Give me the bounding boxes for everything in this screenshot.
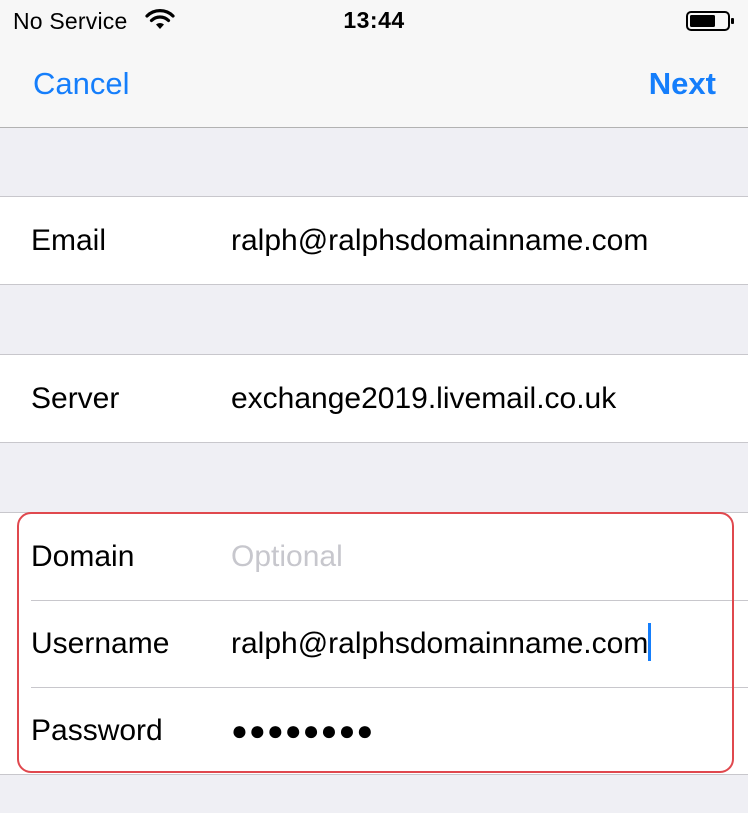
username-row[interactable]: Username ralph@ralphsdomainname.com (0, 600, 748, 687)
server-row[interactable]: Server exchange2019.livemail.co.uk (0, 355, 748, 442)
email-group: Email ralph@ralphsdomainname.com (0, 196, 748, 285)
username-value: ralph@ralphsdomainname.com (231, 627, 649, 660)
domain-field[interactable]: Optional (231, 513, 343, 600)
server-group: Server exchange2019.livemail.co.uk (0, 354, 748, 443)
domain-row[interactable]: Domain Optional (0, 513, 748, 600)
password-row[interactable]: Password ●●●●●●●● (0, 687, 748, 774)
navigation-bar: Cancel Next (0, 42, 748, 128)
status-bar: No Service 13:44 (0, 0, 748, 42)
cancel-button[interactable]: Cancel (33, 66, 130, 102)
server-label: Server (31, 382, 120, 415)
username-field[interactable]: ralph@ralphsdomainname.com (231, 600, 652, 687)
password-label: Password (31, 714, 163, 747)
password-field[interactable]: ●●●●●●●● (231, 687, 374, 774)
domain-label: Domain (31, 540, 135, 573)
status-time: 13:44 (343, 7, 405, 33)
text-cursor (648, 623, 652, 662)
next-button[interactable]: Next (649, 66, 716, 102)
email-row[interactable]: Email ralph@ralphsdomainname.com (0, 197, 748, 284)
battery-icon (686, 11, 734, 31)
email-field[interactable]: ralph@ralphsdomainname.com (231, 197, 648, 284)
username-label: Username (31, 627, 170, 660)
email-label: Email (31, 224, 107, 257)
credentials-group: Domain Optional Username ralph@ralphsdom… (0, 512, 748, 775)
server-field[interactable]: exchange2019.livemail.co.uk (231, 355, 616, 442)
